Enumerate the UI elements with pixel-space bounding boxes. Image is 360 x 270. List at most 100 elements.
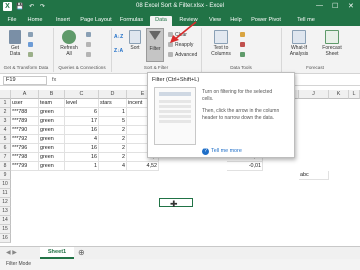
remove-duplicates-button[interactable] (240, 42, 247, 48)
column-header[interactable]: K (329, 90, 349, 99)
table-cell[interactable]: 4 (65, 135, 99, 144)
table-cell[interactable]: 16 (65, 126, 99, 135)
table-cell[interactable]: 2 (99, 126, 127, 135)
table-cell[interactable]: 4 (99, 162, 127, 171)
row-header[interactable]: 11 (0, 189, 11, 198)
from-web-button[interactable] (28, 42, 35, 48)
queries-connections-button[interactable] (86, 32, 93, 38)
sheet-tab-sheet1[interactable]: Sheet1 (40, 247, 74, 259)
table-cell[interactable]: 6 (65, 108, 99, 117)
row-header[interactable]: 13 (0, 207, 11, 216)
table-cell[interactable]: ***799 (11, 162, 39, 171)
column-header[interactable]: L (349, 90, 360, 99)
fx-icon[interactable]: fx (52, 77, 56, 83)
table-cell[interactable]: 16 (65, 153, 99, 162)
sheet-nav-arrows[interactable]: ◀ ▶ (6, 249, 17, 256)
minimize-button[interactable]: — (316, 2, 323, 9)
sort-icon (129, 30, 141, 44)
table-cell[interactable]: team (39, 99, 65, 108)
column-header[interactable]: D (99, 90, 127, 99)
table-cell[interactable]: stars (99, 99, 127, 108)
tab-home[interactable]: Home (24, 16, 46, 26)
row-header[interactable]: 7 (0, 153, 11, 162)
table-cell[interactable]: green (39, 135, 65, 144)
row-header[interactable]: 15 (0, 225, 11, 234)
row-header[interactable]: 3 (0, 117, 11, 126)
close-button[interactable]: ✕ (348, 2, 354, 10)
table-cell[interactable]: green (39, 117, 65, 126)
row-header[interactable]: 12 (0, 198, 11, 207)
forecast-sheet-button[interactable]: Forecast Sheet (318, 30, 346, 57)
filter-button[interactable]: Filter (146, 28, 164, 62)
table-cell[interactable]: level (65, 99, 99, 108)
table-cell[interactable]: 1 (99, 108, 127, 117)
from-text-button[interactable] (28, 32, 35, 38)
table-cell[interactable]: ***790 (11, 126, 39, 135)
flash-fill-button[interactable] (240, 32, 247, 38)
table-cell[interactable]: green (39, 126, 65, 135)
tab-formulas[interactable]: Formulas (118, 16, 145, 26)
table-cell[interactable]: 17 (65, 117, 99, 126)
tab-view[interactable]: View (206, 16, 224, 26)
table-cell[interactable]: ***792 (11, 135, 39, 144)
column-header[interactable]: A (11, 90, 39, 99)
tab-file[interactable]: File (4, 16, 20, 26)
tab-power-pivot[interactable]: Power Pivot (248, 16, 284, 26)
table-cell[interactable]: ***796 (11, 144, 39, 153)
column-header[interactable]: J (299, 90, 329, 99)
tell-me-more-link[interactable]: ? Tell me more (202, 148, 242, 155)
table-cell[interactable]: green (39, 153, 65, 162)
queries-icon (86, 32, 91, 37)
row-header[interactable]: 5 (0, 135, 11, 144)
what-if-analysis-button[interactable]: What-If Analysis (284, 30, 314, 57)
add-sheet-button[interactable]: ⊕ (78, 248, 85, 257)
row-header[interactable]: 8 (0, 162, 11, 171)
sort-button[interactable]: Sort (126, 30, 144, 51)
table-cell[interactable]: 2 (99, 144, 127, 153)
table-cell[interactable]: 5 (99, 117, 127, 126)
row-header[interactable]: 14 (0, 216, 11, 225)
table-cell[interactable]: abc (299, 171, 329, 180)
tab-help[interactable]: Help (228, 16, 244, 26)
table-cell[interactable]: ***789 (11, 117, 39, 126)
select-all-corner[interactable] (0, 90, 11, 99)
from-table-button[interactable] (28, 52, 35, 58)
edit-links-button[interactable] (86, 52, 93, 58)
table-cell[interactable]: 1 (65, 162, 99, 171)
data-validation-button[interactable] (240, 52, 247, 58)
refresh-all-button[interactable]: Refresh All (56, 30, 82, 57)
row-header[interactable]: 1 (0, 99, 11, 108)
sort-z-a-button[interactable]: Z↓A (114, 48, 123, 54)
table-cell[interactable]: green (39, 144, 65, 153)
group-forecast: Forecast (306, 65, 324, 70)
row-header[interactable]: 10 (0, 180, 11, 189)
table-cell[interactable]: -0,01 (227, 162, 263, 171)
tab-page-layout[interactable]: Page Layout (79, 16, 113, 26)
name-box[interactable]: F19 (3, 76, 47, 85)
status-bar: Filter Mode (0, 259, 360, 270)
table-cell[interactable]: 2 (99, 135, 127, 144)
table-cell[interactable]: green (39, 108, 65, 117)
table-cell[interactable]: ***798 (11, 153, 39, 162)
table-cell[interactable]: user (11, 99, 39, 108)
table-cell[interactable]: 2 (99, 153, 127, 162)
table-cell[interactable]: green (39, 162, 65, 171)
row-header[interactable]: 4 (0, 126, 11, 135)
tab-insert[interactable]: Insert (52, 16, 74, 26)
row-header[interactable]: 16 (0, 234, 11, 243)
row-header[interactable]: 9 (0, 171, 11, 180)
column-header[interactable]: B (39, 90, 65, 99)
table-cell[interactable]: 16 (65, 144, 99, 153)
row-header[interactable]: 2 (0, 108, 11, 117)
table-cell[interactable]: 4,52 (127, 162, 159, 171)
properties-button[interactable] (86, 42, 93, 48)
row-header[interactable]: 6 (0, 144, 11, 153)
get-data-button[interactable]: Get Data (4, 30, 26, 57)
advanced-filter-button[interactable]: Advanced (168, 52, 197, 58)
column-header[interactable]: C (65, 90, 99, 99)
table-cell[interactable]: ***788 (11, 108, 39, 117)
text-to-columns-button[interactable]: Text to Columns (206, 30, 236, 57)
sort-a-z-button[interactable]: A↓Z (114, 34, 123, 40)
maximize-button[interactable]: ☐ (332, 2, 338, 10)
tell-me-search[interactable]: Tell me (292, 16, 320, 26)
